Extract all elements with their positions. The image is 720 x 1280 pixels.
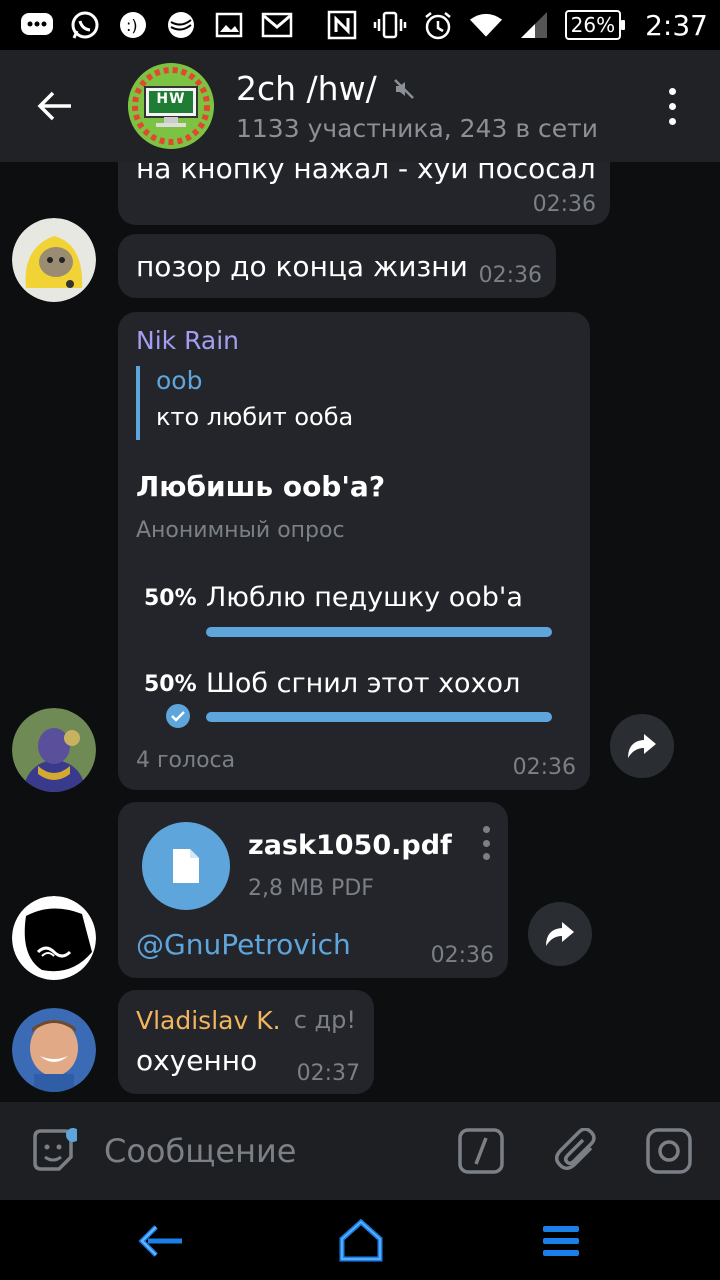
message-time: 02:36: [430, 943, 494, 968]
voted-check-icon: [166, 704, 190, 728]
dot-icon: [668, 102, 676, 110]
signal-icon: [517, 10, 551, 40]
avatar[interactable]: [12, 1008, 96, 1092]
dot-icon: [668, 117, 676, 125]
bank-app-icon: [164, 10, 198, 40]
file-message-bubble[interactable]: zask1050.pdf 2,8 MB PDF @GnuPetrovich 02…: [118, 802, 508, 978]
file-meta: 2,8 MB PDF: [248, 876, 374, 901]
system-nav-bar: [0, 1200, 720, 1280]
message-time: 02:36: [478, 263, 542, 288]
message-text: на кнопку нажал - хуи пососал: [136, 162, 596, 185]
forward-button[interactable]: [610, 714, 674, 778]
home-nav-icon: [339, 1219, 383, 1262]
menu-nav-icon: [543, 1226, 579, 1256]
poll-option-percent: 50%: [144, 672, 197, 697]
message-text: охуенно: [136, 1044, 258, 1077]
status-clock: 2:37: [645, 8, 708, 42]
poll-type: Анонимный опрос: [136, 518, 345, 543]
svg-text::): :): [126, 16, 138, 35]
whatsapp-icon: [68, 10, 102, 40]
message-input[interactable]: Сообщение: [104, 1132, 296, 1170]
chat-notification-icon: [20, 10, 54, 40]
wifi-icon: [469, 10, 503, 40]
poll-message-bubble[interactable]: Nik Rain oob кто любит ооба Любишь oob'a…: [118, 312, 590, 790]
paperclip-icon: [555, 1128, 596, 1170]
mention-link[interactable]: @GnuPetrovich: [136, 928, 351, 961]
instant-camera-icon: [646, 1128, 692, 1174]
message-list[interactable]: на кнопку нажал - хуи пососал 02:36 позо…: [0, 162, 720, 1102]
poll-votes: 4 голоса: [136, 748, 236, 773]
sticker-button[interactable]: [28, 1126, 78, 1176]
poll-option[interactable]: 50% Люблю педушку oob'a: [118, 578, 590, 642]
message-time: 02:37: [296, 1061, 360, 1086]
vibrate-icon: [373, 10, 407, 40]
nav-home-button[interactable]: [336, 1216, 386, 1266]
alarm-icon: [421, 10, 455, 40]
sender-name[interactable]: Nik Rain: [136, 326, 239, 355]
poll-option[interactable]: 50% Шоб сгнил этот хохол: [118, 666, 590, 730]
slash-command-icon: [458, 1128, 504, 1174]
channel-info[interactable]: 2ch /hw/ 1133 участника, 243 в сети: [236, 69, 598, 143]
gmail-icon: [260, 10, 294, 40]
sender-name[interactable]: Vladislav K.: [136, 1006, 281, 1035]
file-menu-button[interactable]: [478, 826, 494, 860]
channel-avatar-text: HW: [156, 91, 186, 107]
forward-button[interactable]: [528, 902, 592, 966]
attach-button[interactable]: [552, 1126, 602, 1176]
chat-header: HW 2ch /hw/ 1133 участника, 243 в сети: [0, 50, 720, 162]
poll-option-percent: 50%: [144, 586, 197, 611]
back-button[interactable]: [0, 50, 110, 162]
message-bubble[interactable]: позор до конца жизни 02:36: [118, 234, 556, 298]
nfc-icon: [325, 10, 359, 40]
document-icon: [173, 849, 199, 883]
share-icon: [546, 922, 574, 946]
avatar[interactable]: [12, 708, 96, 792]
camera-button[interactable]: [644, 1126, 694, 1176]
dot-icon: [668, 87, 676, 95]
battery-indicator: 26%: [564, 10, 626, 40]
reply-snippet[interactable]: с др!: [294, 1006, 356, 1034]
channel-subtitle: 1133 участника, 243 в сети: [236, 114, 598, 143]
message-text: позор до конца жизни: [136, 250, 468, 283]
reply-author: oob: [156, 366, 203, 395]
poll-option-text: Шоб сгнил этот хохол: [206, 668, 521, 699]
poll-option-text: Люблю педушку oob'a: [206, 582, 523, 613]
message-bubble[interactable]: на кнопку нажал - хуи пососал 02:36: [118, 162, 610, 225]
avatar[interactable]: [12, 218, 96, 302]
poll-option-bar: [206, 712, 552, 722]
back-arrow-icon: [37, 91, 71, 121]
message-bubble[interactable]: Vladislav K. с др! охуенно 02:37: [118, 990, 374, 1094]
back-nav-icon: [138, 1225, 182, 1257]
muted-icon: [393, 78, 414, 99]
avatar[interactable]: [12, 896, 96, 980]
sticker-icon: [33, 1128, 77, 1171]
file-name: zask1050.pdf: [248, 830, 452, 861]
nav-menu-button[interactable]: [536, 1216, 586, 1266]
message-time: 02:36: [532, 192, 596, 217]
poll-question: Любишь oob'a?: [136, 470, 386, 503]
bot-commands-button[interactable]: [456, 1126, 506, 1176]
status-bar: :) 26% 2:37: [0, 0, 720, 50]
message-time: 02:36: [512, 755, 576, 780]
file-download-button[interactable]: [142, 822, 230, 910]
channel-title: 2ch /hw/: [236, 69, 377, 108]
nav-back-button[interactable]: [136, 1216, 186, 1266]
channel-avatar[interactable]: HW: [128, 63, 214, 149]
reply-preview[interactable]: oob кто любит ооба: [136, 366, 556, 440]
smile-notification-icon: :): [116, 10, 150, 40]
share-icon: [628, 734, 656, 758]
gallery-icon: [212, 10, 246, 40]
reply-text: кто любит ооба: [156, 403, 354, 431]
more-menu-button[interactable]: [642, 50, 702, 162]
poll-option-bar: [206, 627, 552, 637]
message-composer: Сообщение: [0, 1102, 720, 1200]
